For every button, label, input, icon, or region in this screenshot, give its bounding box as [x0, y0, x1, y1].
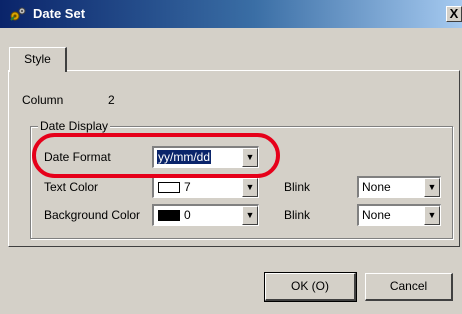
chevron-down-icon[interactable]: ▼ — [242, 178, 258, 197]
chevron-down-icon[interactable]: ▼ — [242, 148, 258, 167]
chevron-down-icon[interactable]: ▼ — [424, 206, 440, 225]
background-color-label: Background Color — [44, 208, 141, 222]
chevron-down-icon[interactable]: ▼ — [424, 178, 440, 197]
background-blink-value: None — [362, 208, 391, 222]
close-button[interactable]: X — [446, 6, 462, 22]
tab-style[interactable]: Style — [9, 47, 67, 72]
background-color-value: 0 — [184, 208, 191, 222]
text-color-select[interactable]: 7 ▼ — [152, 176, 259, 198]
text-blink-label: Blink — [284, 180, 311, 194]
background-blink-select[interactable]: None ▼ — [357, 204, 441, 226]
date-display-group-label: Date Display — [38, 119, 111, 133]
text-color-swatch — [158, 182, 180, 193]
date-format-value: yy/mm/dd — [157, 150, 212, 164]
background-color-select[interactable]: 0 ▼ — [152, 204, 259, 226]
app-gear-icon — [9, 6, 27, 22]
text-blink-select[interactable]: None ▼ — [357, 176, 441, 198]
text-color-value: 7 — [184, 180, 191, 194]
column-label: Column — [22, 93, 64, 107]
close-icon: X — [449, 6, 459, 21]
date-format-label: Date Format — [44, 150, 111, 164]
background-color-swatch — [158, 210, 180, 221]
window-title: Date Set — [33, 6, 86, 21]
cancel-button[interactable]: Cancel — [365, 273, 453, 301]
date-format-select[interactable]: yy/mm/dd ▼ — [152, 146, 259, 168]
title-bar[interactable]: Date Set X — [0, 0, 462, 28]
dialog-window: Date Set X Style Column 2 Date Display D… — [0, 0, 462, 314]
ok-button[interactable]: OK (O) — [264, 272, 357, 302]
text-blink-value: None — [362, 180, 391, 194]
chevron-down-icon[interactable]: ▼ — [242, 206, 258, 225]
background-blink-label: Blink — [284, 208, 311, 222]
text-color-label: Text Color — [44, 180, 99, 194]
column-value: 2 — [108, 93, 115, 107]
